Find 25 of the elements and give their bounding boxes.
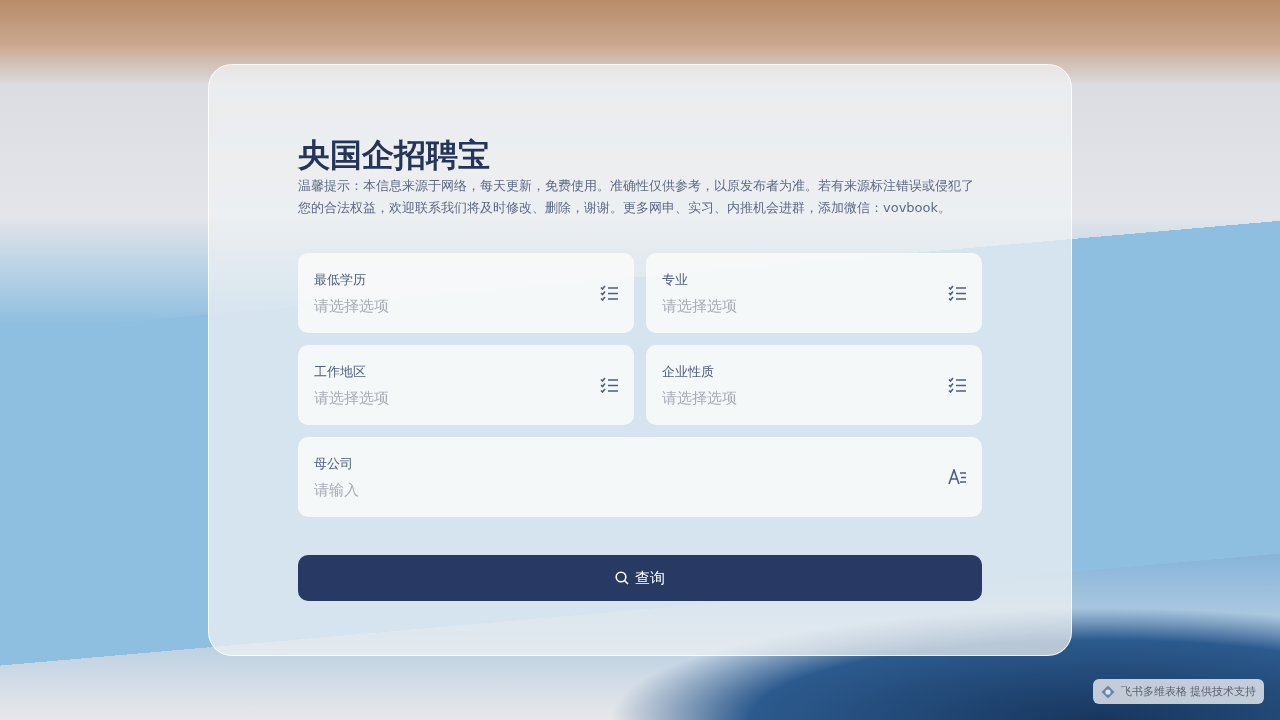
checklist-icon	[600, 377, 618, 393]
field-label: 企业性质	[662, 362, 715, 381]
search-icon	[615, 571, 629, 585]
app-title: 央国企招聘宝	[298, 135, 491, 175]
field-label: 母公司	[314, 454, 354, 473]
field-label: 专业	[662, 270, 689, 289]
text-field[interactable]: 母公司 请输入	[298, 437, 982, 517]
placeholder-text: 请选择选项	[314, 388, 390, 408]
logo-icon	[1100, 684, 1115, 699]
placeholder-text: 请输入	[314, 480, 360, 500]
field-label: 最低学历	[314, 270, 367, 289]
field-label: 工作地区	[314, 362, 367, 381]
checklist-icon	[948, 285, 966, 301]
notice-text: 温馨提示：本信息来源于网络，每天更新，免费使用。准确性仅供参考，以原发布者为准。若有来源标注错误或侵犯了您的合法权益，欢迎联系我们将及时修改、删除，谢谢。更多网申、实习、内推机会进群，添加微信：vovbook。	[298, 177, 975, 217]
text-format-icon	[948, 469, 966, 485]
placeholder-text: 请选择选项	[662, 296, 738, 316]
placeholder-text: 请选择选项	[314, 296, 390, 316]
select-field[interactable]: 专业 请选择选项	[646, 253, 982, 333]
select-field[interactable]: 企业性质 请选择选项	[646, 345, 982, 425]
checklist-icon	[600, 285, 618, 301]
checklist-icon	[948, 377, 966, 393]
select-field[interactable]: 工作地区 请选择选项	[298, 345, 634, 425]
select-field[interactable]: 最低学历 请选择选项	[298, 253, 634, 333]
placeholder-text: 请选择选项	[662, 388, 738, 408]
search-button[interactable]: 查询	[298, 555, 982, 601]
